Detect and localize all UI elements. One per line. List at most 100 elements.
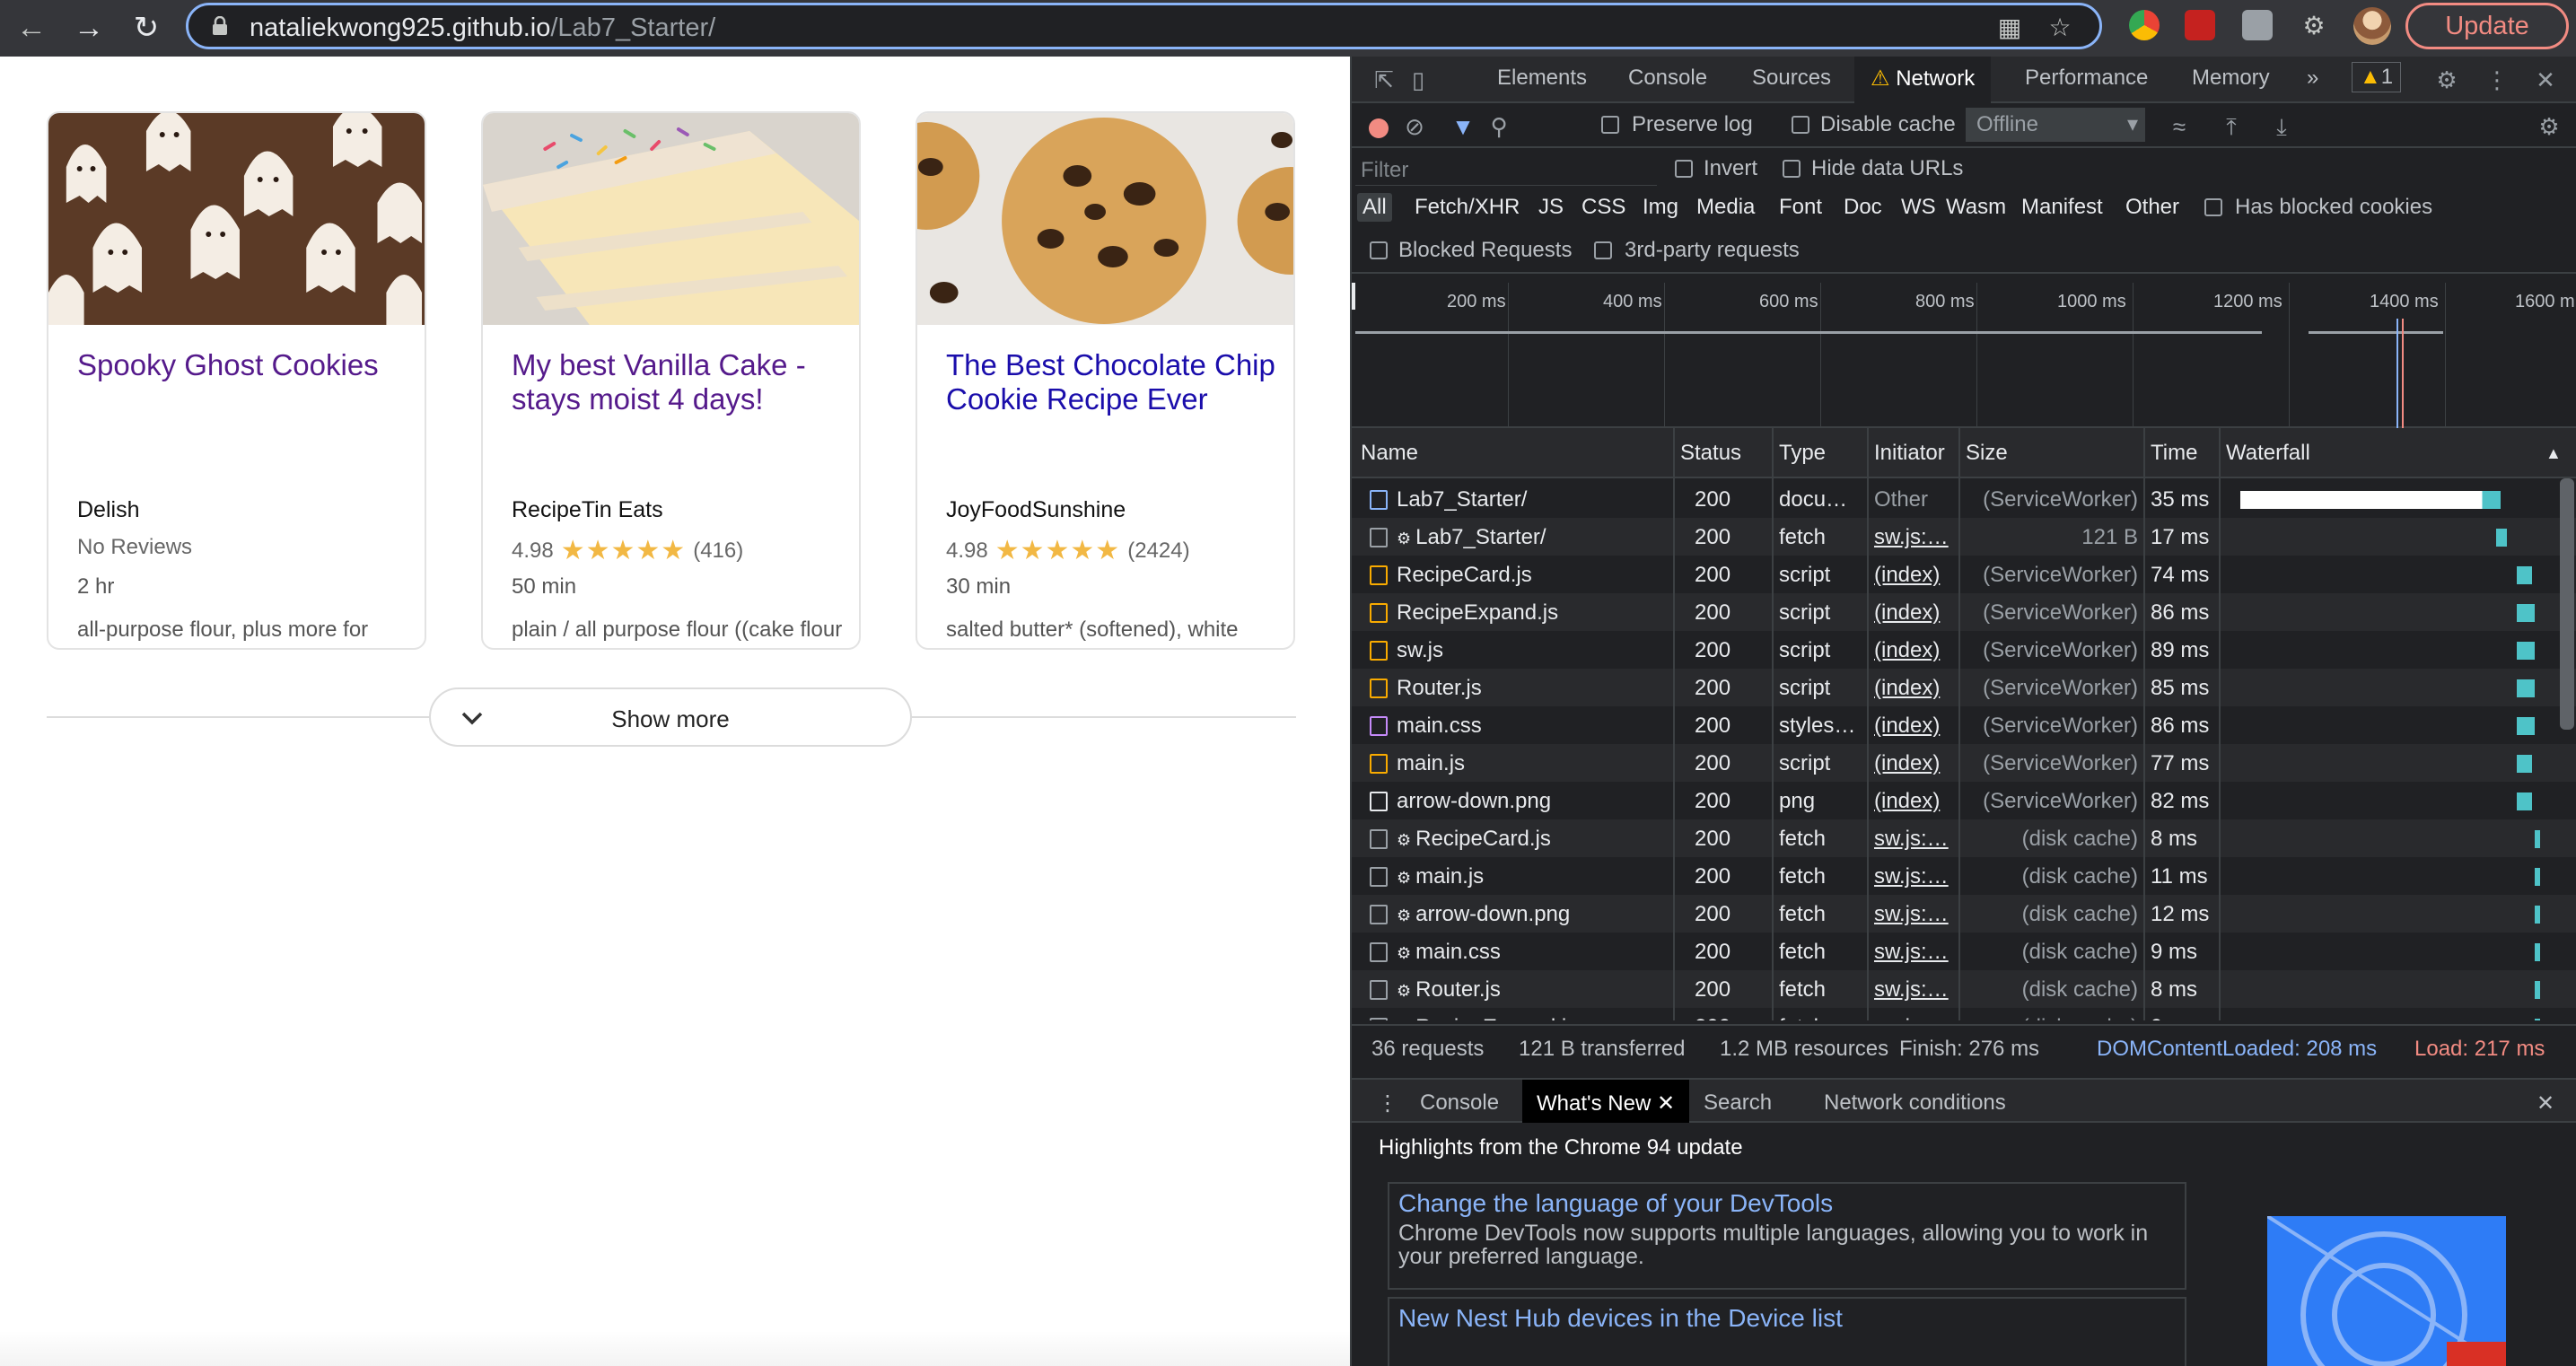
request-row[interactable]: Lab7_Starter/200 docu… Other (ServiceWorker… [1352, 480, 2576, 518]
column-header-time[interactable]: Time [2151, 441, 2197, 466]
request-row[interactable]: ⚙ Router.js 200 fetch sw.js:… (disk cache) 8 … [1352, 970, 2576, 1008]
forward-icon[interactable]: → [66, 5, 111, 50]
close-tab-icon[interactable]: ✕ [1657, 1091, 1675, 1116]
close-devtools-icon[interactable]: ✕ [2533, 67, 2558, 92]
request-row[interactable]: ⚙ main.js 200 fetch sw.js:… (disk cache) 11 m… [1352, 857, 2576, 895]
bookmark-star-icon[interactable]: ☆ [2046, 14, 2073, 41]
request-name[interactable]: main.js [1397, 751, 1666, 776]
has-blocked-cookies-checkbox[interactable] [2204, 198, 2222, 216]
network-conditions-icon[interactable]: ≈ [2167, 114, 2192, 139]
request-initiator[interactable]: (index) [1874, 751, 1953, 776]
drawer-menu-icon[interactable]: ⋮ [1377, 1090, 1398, 1116]
request-name[interactable]: ⚙ main.css [1397, 940, 1666, 965]
import-har-icon[interactable]: ⤒ [2219, 114, 2244, 139]
invert-checkbox[interactable] [1675, 160, 1693, 178]
request-row[interactable]: ⚙ RecipeExpand.js 200 fetch sw.js:… (disk ca… [1352, 1008, 2576, 1020]
request-initiator[interactable]: sw.js:… [1874, 1015, 1953, 1020]
request-initiator[interactable]: (index) [1874, 676, 1953, 701]
inspect-element-icon[interactable]: ⇱ [1371, 67, 1397, 92]
news-card[interactable]: New Nest Hub devices in the Device list [1388, 1297, 2186, 1366]
request-row[interactable]: ⚙ RecipeCard.js 200 fetch sw.js:… (disk cach… [1352, 819, 2576, 857]
puzzle-extensions-icon[interactable]: ⚙ [2300, 13, 2327, 39]
hide-data-urls-checkbox[interactable] [1783, 160, 1801, 178]
request-row[interactable]: RecipeExpand.js 200 script (index) (ServiceW… [1352, 593, 2576, 631]
more-tabs-icon[interactable]: » [2307, 66, 2318, 91]
column-divider[interactable] [2219, 428, 2221, 1020]
column-header-name[interactable]: Name [1361, 441, 1418, 466]
tab-network[interactable]: ⚠ Network [1854, 57, 1992, 103]
address-bar[interactable]: nataliekwong925.github.io/Lab7_Starter/ … [186, 3, 2102, 49]
type-filter-js[interactable]: JS [1538, 195, 1564, 220]
recipe-card[interactable]: Spooky Ghost Cookies Delish No Reviews 2… [47, 111, 426, 650]
request-name[interactable]: ⚙ Lab7_Starter/ [1397, 525, 1666, 550]
third-party-checkbox[interactable] [1594, 241, 1612, 259]
qr-code-icon[interactable]: ▦ [1996, 14, 2023, 41]
request-row[interactable]: main.css 200 styles… (index) (ServiceWorker)… [1352, 706, 2576, 744]
table-scrollbar[interactable] [2560, 478, 2574, 730]
show-more-button[interactable]: Show more [429, 687, 912, 747]
news-title-link[interactable]: New Nest Hub devices in the Device list [1398, 1304, 2176, 1333]
column-divider[interactable] [1772, 428, 1774, 1020]
column-header-waterfall[interactable]: Waterfall [2226, 441, 2310, 466]
request-initiator[interactable]: sw.js:… [1874, 525, 1953, 550]
profile-avatar[interactable] [2353, 7, 2391, 45]
network-settings-icon[interactable]: ⚙ [2537, 114, 2562, 139]
drawer-tab-whats-new[interactable]: What's New ✕ [1522, 1080, 1690, 1123]
extension-app-icon[interactable] [2242, 10, 2273, 40]
request-name[interactable]: RecipeExpand.js [1397, 600, 1666, 626]
ublock-icon[interactable] [2185, 10, 2215, 40]
record-icon[interactable] [1366, 114, 1391, 139]
request-initiator[interactable]: (index) [1874, 789, 1953, 814]
column-header-status[interactable]: Status [1680, 441, 1741, 466]
filter-icon[interactable]: ▼ [1450, 114, 1476, 139]
recipe-title-link[interactable]: Spooky Ghost Cookies [77, 348, 409, 382]
recipe-card[interactable]: The Best Chocolate Chip Cookie Recipe Ev… [916, 111, 1295, 650]
request-row[interactable]: main.js 200 script (index) (ServiceWorker) 77… [1352, 744, 2576, 782]
request-row[interactable]: arrow-down.png 200 png (index) (ServiceWorke… [1352, 782, 2576, 819]
request-initiator[interactable]: (index) [1874, 714, 1953, 739]
request-name[interactable]: ⚙ Router.js [1397, 977, 1666, 1003]
recipe-title-link[interactable]: The Best Chocolate Chip Cookie Recipe Ev… [946, 348, 1278, 416]
type-filter-fetch-xhr[interactable]: Fetch/XHR [1415, 195, 1520, 220]
sort-ascending-icon[interactable]: ▲ [2545, 444, 2562, 463]
tab-performance[interactable]: Performance [2025, 66, 2148, 91]
request-name[interactable]: ⚙ arrow-down.png [1397, 902, 1666, 927]
request-row[interactable]: RecipeCard.js 200 script (index) (ServiceWor… [1352, 556, 2576, 593]
issues-badge[interactable]: ▲1 [2352, 62, 2402, 92]
network-overview-timeline[interactable]: 200 ms 400 ms 600 ms 800 ms 1000 ms 1200… [1352, 283, 2576, 428]
request-name[interactable]: RecipeCard.js [1397, 563, 1666, 588]
request-initiator[interactable]: sw.js:… [1874, 864, 1953, 889]
close-drawer-icon[interactable]: ✕ [2537, 1090, 2554, 1116]
request-initiator[interactable]: sw.js:… [1874, 940, 1953, 965]
request-name[interactable]: ⚙ main.js [1397, 864, 1666, 889]
request-name[interactable]: Router.js [1397, 676, 1666, 701]
type-filter-other[interactable]: Other [2125, 195, 2179, 220]
request-name[interactable]: ⚙ RecipeExpand.js [1397, 1015, 1666, 1020]
news-title-link[interactable]: Change the language of your DevTools [1398, 1189, 2176, 1218]
request-name[interactable]: main.css [1397, 714, 1666, 739]
chrome-extension-icon[interactable] [2129, 10, 2160, 40]
column-divider[interactable] [1673, 428, 1675, 1020]
request-name[interactable]: sw.js [1397, 638, 1666, 663]
tab-elements[interactable]: Elements [1497, 66, 1587, 91]
column-divider[interactable] [1867, 428, 1869, 1020]
request-row[interactable]: sw.js 200 script (index) (ServiceWorker) 89 m… [1352, 631, 2576, 669]
blocked-requests-checkbox[interactable] [1370, 241, 1388, 259]
column-divider[interactable] [2143, 428, 2145, 1020]
request-name[interactable]: Lab7_Starter/ [1397, 487, 1666, 512]
column-header-size[interactable]: Size [1966, 441, 2008, 466]
column-header-initiator[interactable]: Initiator [1874, 441, 1945, 466]
type-filter-css[interactable]: CSS [1582, 195, 1625, 220]
type-filter-manifest[interactable]: Manifest [2021, 195, 2103, 220]
recipe-card[interactable]: My best Vanilla Cake - stays moist 4 day… [481, 111, 861, 650]
type-filter-doc[interactable]: Doc [1844, 195, 1882, 220]
news-card[interactable]: Change the language of your DevTools Chr… [1388, 1182, 2186, 1290]
request-row[interactable]: ⚙ arrow-down.png 200 fetch sw.js:… (disk cac… [1352, 895, 2576, 933]
type-filter-all[interactable]: All [1357, 193, 1392, 222]
reload-icon[interactable]: ↻ [124, 5, 169, 50]
request-name[interactable]: arrow-down.png [1397, 789, 1666, 814]
request-initiator[interactable]: (index) [1874, 600, 1953, 626]
type-filter-img[interactable]: Img [1643, 195, 1678, 220]
update-button[interactable]: Update [2405, 3, 2569, 49]
drawer-tab-console[interactable]: Console [1420, 1090, 1499, 1116]
